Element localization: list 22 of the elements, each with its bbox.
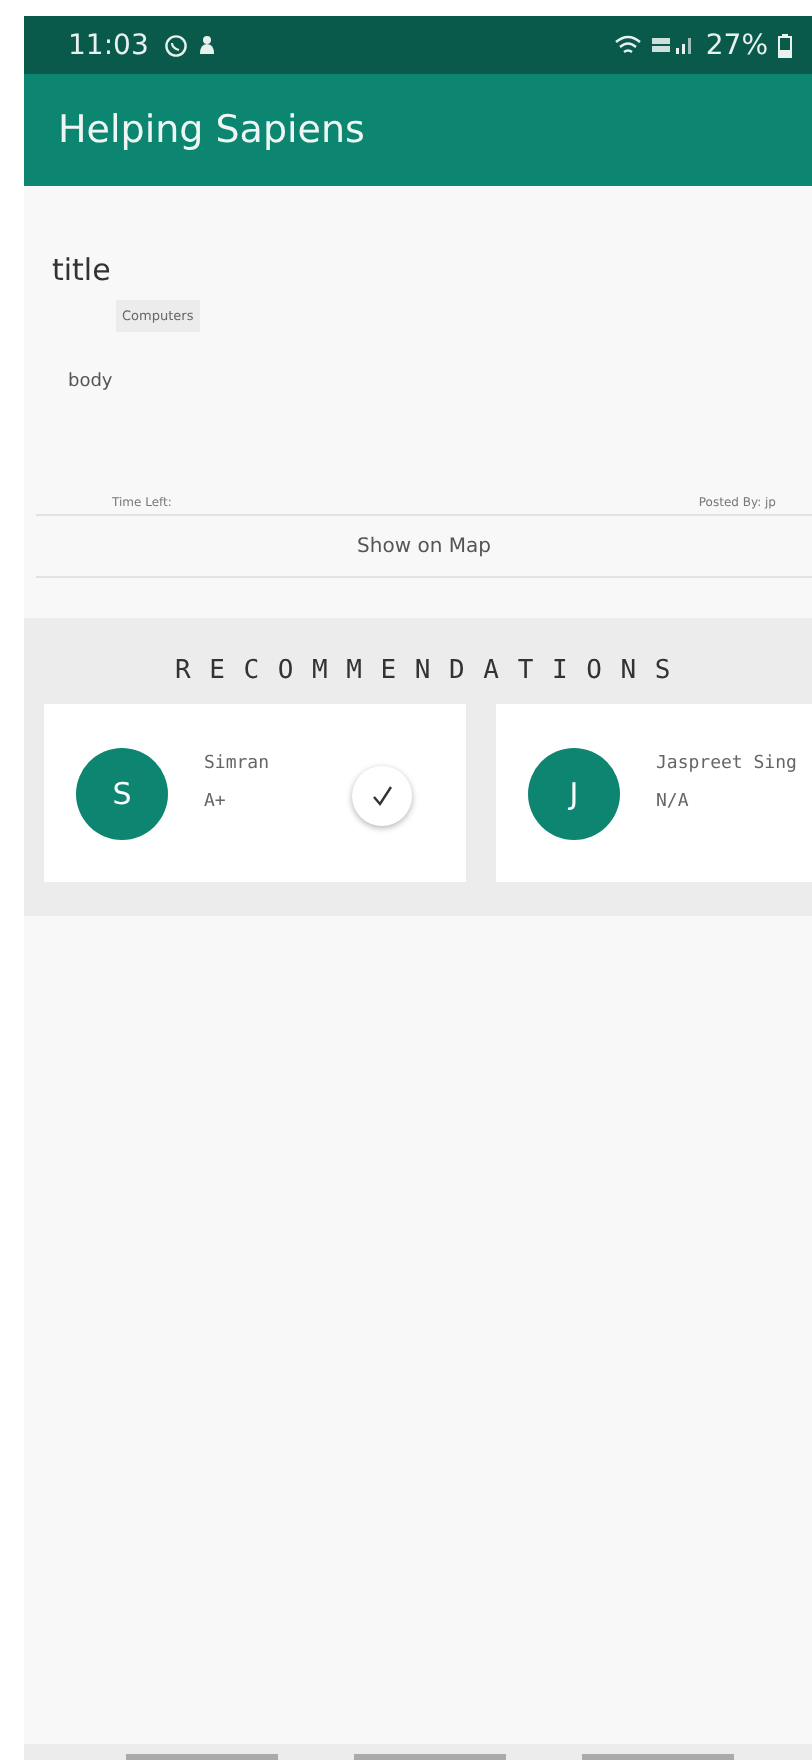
recommendations-heading: RECOMMENDATIONS bbox=[173, 656, 691, 686]
person-grade: A+ bbox=[204, 792, 228, 812]
avatar: J bbox=[528, 747, 620, 839]
person-name: Jaspreet Sing bbox=[656, 754, 799, 774]
check-button[interactable] bbox=[352, 765, 412, 825]
app-title: Helping Sapiens bbox=[58, 108, 365, 152]
chat-icon bbox=[164, 33, 189, 57]
show-on-map-button[interactable]: Show on Map bbox=[36, 514, 812, 578]
person-card[interactable]: S Simran A+ bbox=[44, 704, 466, 882]
battery-level: 27% bbox=[705, 29, 768, 61]
status-time: 11:03 bbox=[68, 29, 149, 61]
check-icon bbox=[370, 783, 394, 807]
wifi-icon bbox=[613, 34, 642, 56]
post-title: title bbox=[52, 252, 111, 288]
post-body: body bbox=[68, 372, 113, 392]
person-card[interactable]: J Jaspreet Sing N/A bbox=[496, 704, 812, 882]
person-name: Simran bbox=[204, 754, 272, 774]
battery-icon bbox=[778, 33, 792, 57]
person-grade: N/A bbox=[656, 792, 691, 812]
avatar: S bbox=[76, 747, 168, 839]
signal-icon bbox=[651, 34, 696, 56]
person-icon bbox=[198, 34, 217, 56]
